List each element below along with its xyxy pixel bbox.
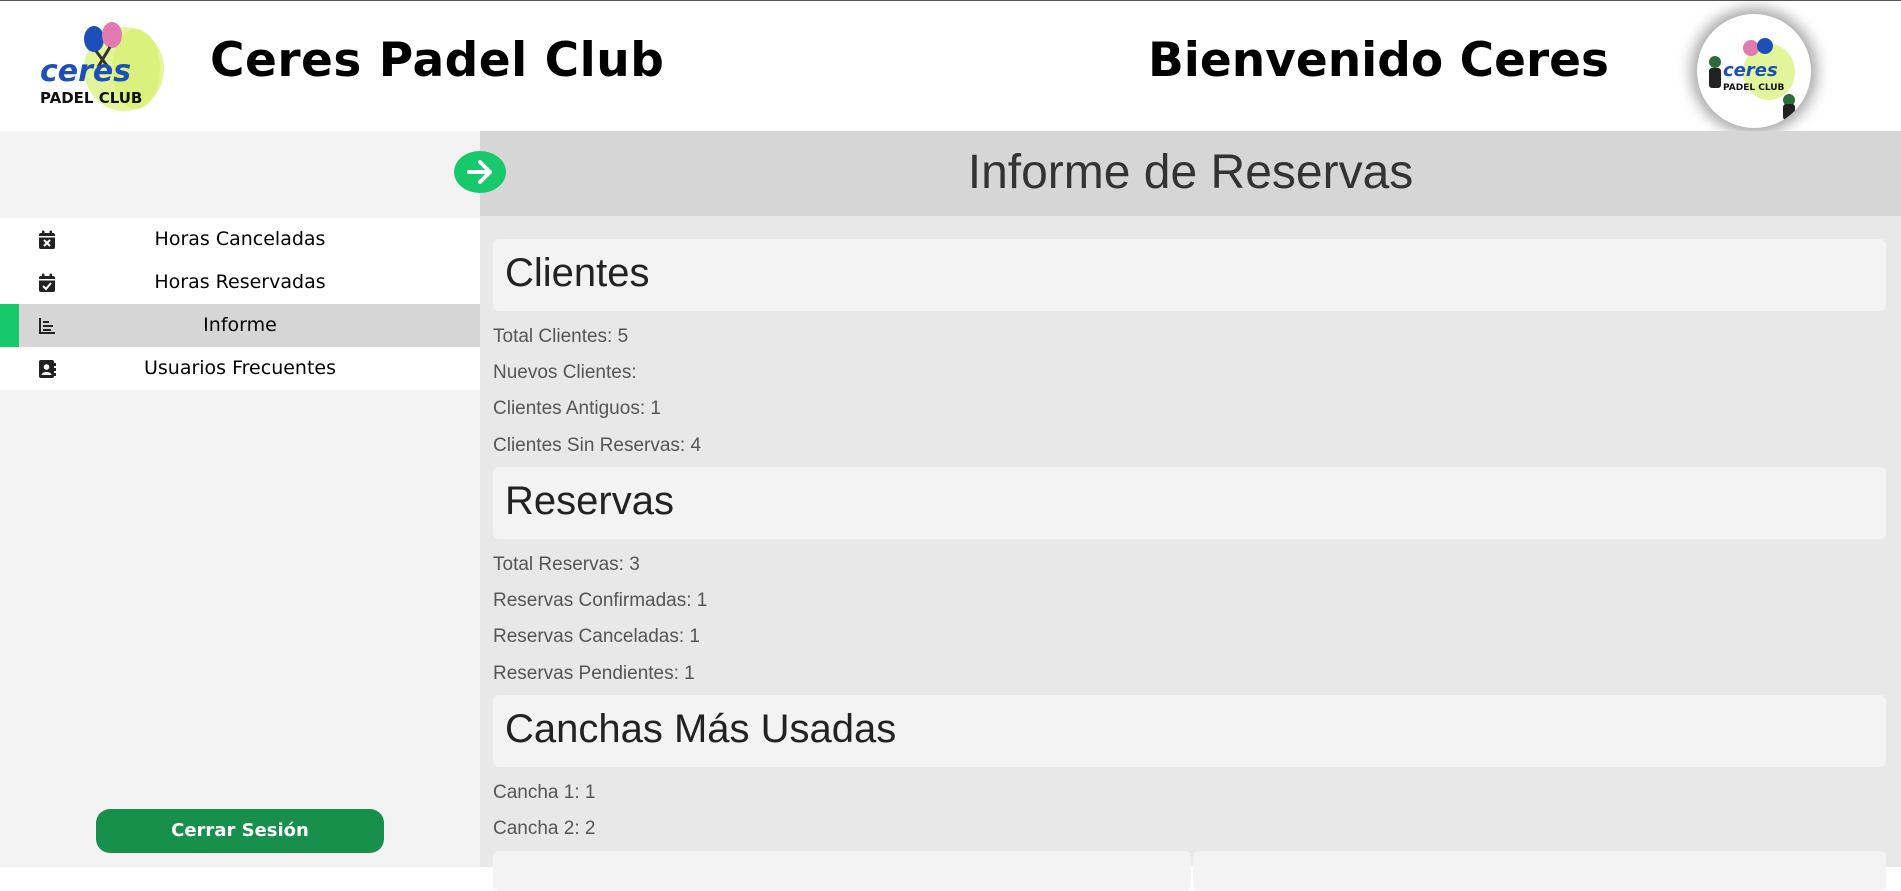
section-title: Clientes xyxy=(505,251,650,295)
section-title: Canchas Más Usadas xyxy=(505,707,897,751)
top-header: ceres PADEL CLUB Ceres Padel Club Bienve… xyxy=(0,1,1901,131)
sidebar-item-label: Horas Canceladas xyxy=(154,228,326,250)
sidebar-item-usuarios-frecuentes[interactable]: Usuarios Frecuentes xyxy=(0,347,480,390)
stat-reservas-canceladas: Reservas Canceladas: 1 xyxy=(493,626,700,647)
stat-nuevos-clientes: Nuevos Clientes: xyxy=(493,362,637,383)
stat-reservas-confirmadas: Reservas Confirmadas: 1 xyxy=(493,590,708,611)
stat-total-reservas: Total Reservas: 3 xyxy=(493,554,640,575)
sidebar-item-horas-canceladas[interactable]: Horas Canceladas xyxy=(0,218,480,261)
sidebar-item-label: Horas Reservadas xyxy=(154,271,326,293)
sidebar-item-horas-reservadas[interactable]: Horas Reservadas xyxy=(0,261,480,304)
svg-text:ceres: ceres xyxy=(40,54,131,89)
stat-clientes-antiguos: Clientes Antiguos: 1 xyxy=(493,398,661,419)
active-indicator xyxy=(0,304,19,347)
calendar-x-icon xyxy=(39,230,55,249)
logout-button[interactable]: Cerrar Sesión xyxy=(96,809,384,853)
sidebar-nav: Horas Canceladas Horas Reservadas Inform… xyxy=(0,218,480,390)
main-content: Informe de Reservas Clientes Total Clien… xyxy=(480,131,1901,891)
sidebar-item-label: Informe xyxy=(203,314,277,336)
club-title: Ceres Padel Club xyxy=(210,33,665,88)
calendar-check-icon xyxy=(39,273,55,292)
user-avatar[interactable]: ceres PADEL CLUB xyxy=(1697,14,1811,128)
sidebar-toggle-button[interactable] xyxy=(454,151,506,193)
arrow-right-icon xyxy=(467,160,492,184)
svg-text:ceres: ceres xyxy=(1723,60,1778,81)
club-logo: ceres PADEL CLUB xyxy=(36,21,164,113)
chart-card-left xyxy=(493,851,1191,891)
section-header-reservas: Reservas xyxy=(493,467,1886,539)
stat-total-clientes: Total Clientes: 5 xyxy=(493,326,629,347)
stat-cancha-1: Cancha 1: 1 xyxy=(493,782,596,803)
svg-text:PADEL CLUB: PADEL CLUB xyxy=(40,89,142,107)
section-title: Reservas xyxy=(505,479,674,523)
main-header: Informe de Reservas xyxy=(480,131,1901,216)
stat-reservas-pendientes: Reservas Pendientes: 1 xyxy=(493,663,695,684)
sidebar-item-informe[interactable]: Informe xyxy=(0,304,480,347)
chart-icon xyxy=(39,318,55,334)
chart-card-right xyxy=(1193,851,1886,891)
stat-cancha-2: Cancha 2: 2 xyxy=(493,818,596,839)
page-title: Informe de Reservas xyxy=(967,146,1414,199)
section-header-clientes: Clientes xyxy=(493,239,1886,311)
stat-clientes-sin-reservas: Clientes Sin Reservas: 4 xyxy=(493,435,702,456)
contact-book-icon xyxy=(39,360,56,378)
svg-text:PADEL CLUB: PADEL CLUB xyxy=(1723,83,1785,93)
sidebar-item-label: Usuarios Frecuentes xyxy=(143,357,337,379)
welcome-message: Bienvenido Ceres xyxy=(1147,33,1609,88)
section-header-canchas: Canchas Más Usadas xyxy=(493,695,1886,767)
